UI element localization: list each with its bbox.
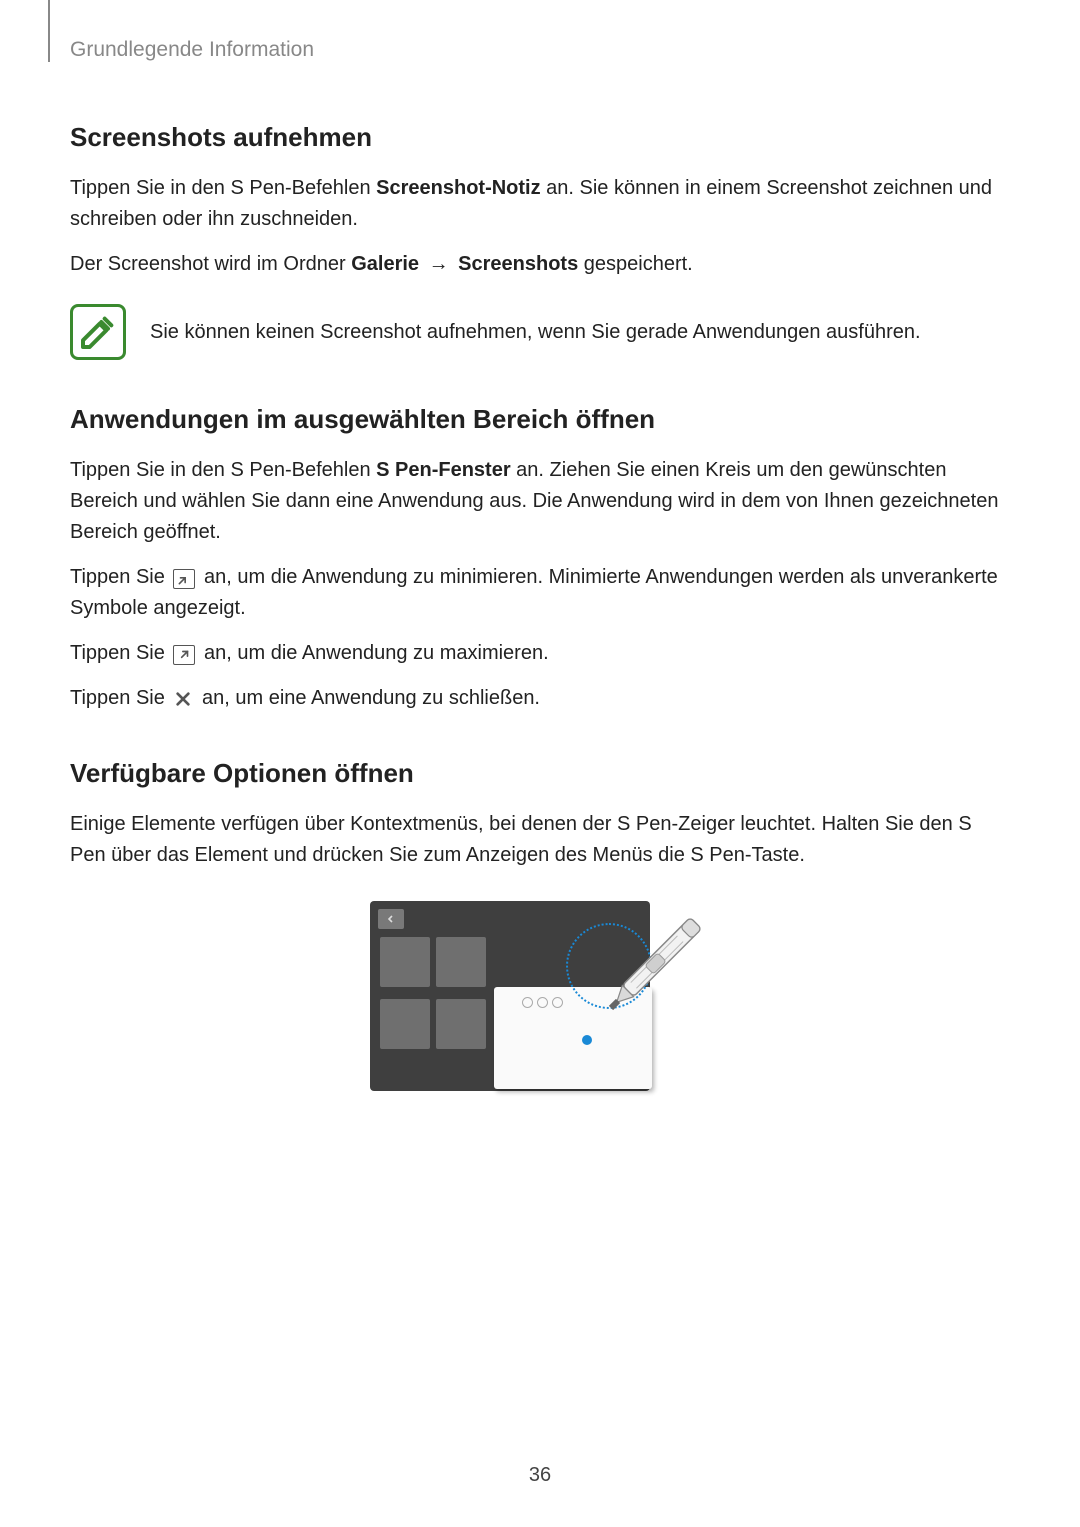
- paragraph: Tippen Sie an, um eine Anwendung zu schl…: [70, 683, 1010, 714]
- paragraph: Tippen Sie in den S Pen-Befehlen Screens…: [70, 173, 1010, 235]
- paragraph: Einige Elemente verfügen über Kontextmen…: [70, 809, 1010, 871]
- page-edge-mark: [48, 0, 50, 62]
- heading-available-options: Verfügbare Optionen öffnen: [70, 758, 1010, 789]
- heading-open-apps-area: Anwendungen im ausgewählten Bereich öffn…: [70, 404, 1010, 435]
- paragraph: Tippen Sie an, um die Anwendung zu maxim…: [70, 638, 1010, 669]
- text: Tippen Sie: [70, 642, 170, 664]
- text: an, um die Anwendung zu maximieren.: [198, 642, 548, 664]
- thumbnail-tile: [380, 937, 430, 987]
- note-icon: [70, 304, 126, 360]
- maximize-icon: [173, 645, 195, 665]
- close-icon: [173, 689, 193, 709]
- breadcrumb: Grundlegende Information: [70, 38, 1010, 62]
- thumbnail-tile: [380, 999, 430, 1049]
- pointer-dot: [582, 1035, 592, 1045]
- bold-text: S Pen-Fenster: [376, 459, 510, 481]
- text: Tippen Sie in den S Pen-Befehlen: [70, 459, 376, 481]
- page-number: 36: [0, 1464, 1080, 1487]
- page-content: Grundlegende Information Screenshots auf…: [0, 0, 1080, 1091]
- illustration: [370, 901, 710, 1091]
- bold-text: Screenshot-Notiz: [376, 177, 540, 199]
- paragraph: Der Screenshot wird im Ordner Galerie → …: [70, 249, 1010, 280]
- note-callout: Sie können keinen Screenshot aufnehmen, …: [70, 304, 1010, 360]
- text: an, um die Anwendung zu minimieren. Mini…: [70, 566, 998, 619]
- bold-text: Screenshots: [458, 253, 578, 275]
- text: Tippen Sie: [70, 566, 170, 588]
- minimize-icon: [173, 569, 195, 589]
- arrow-separator: →: [419, 253, 458, 275]
- text: Tippen Sie: [70, 687, 170, 709]
- context-menu-popup: [494, 987, 652, 1089]
- text: Tippen Sie in den S Pen-Befehlen: [70, 177, 376, 199]
- text: gespeichert.: [578, 253, 693, 275]
- paragraph: Tippen Sie an, um die Anwendung zu minim…: [70, 562, 1010, 624]
- note-text: Sie können keinen Screenshot aufnehmen, …: [150, 317, 1010, 347]
- bold-text: Galerie: [351, 253, 419, 275]
- thumbnail-tile: [436, 999, 486, 1049]
- thumbnail-tile: [436, 937, 486, 987]
- popup-option-dots: [522, 997, 563, 1008]
- heading-screenshots: Screenshots aufnehmen: [70, 122, 1010, 153]
- back-button-illustration: [378, 909, 404, 929]
- paragraph: Tippen Sie in den S Pen-Befehlen S Pen-F…: [70, 455, 1010, 548]
- device-frame: [370, 901, 650, 1091]
- text: Der Screenshot wird im Ordner: [70, 253, 351, 275]
- text: an, um eine Anwendung zu schließen.: [196, 687, 540, 709]
